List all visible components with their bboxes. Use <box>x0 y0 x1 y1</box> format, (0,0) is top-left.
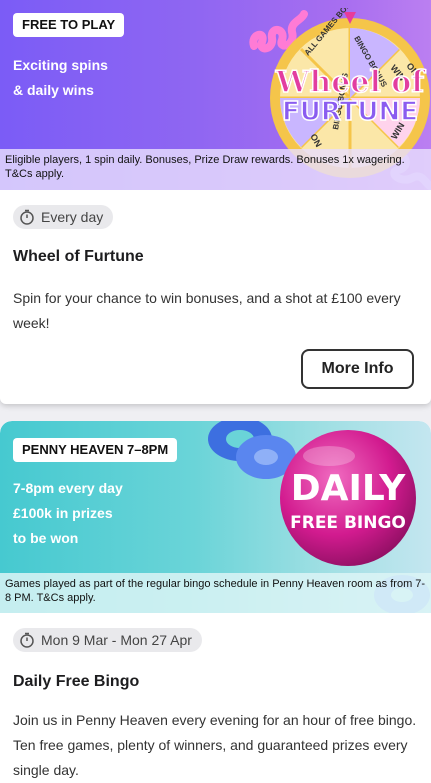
promo-title: Daily Free Bingo <box>13 673 140 690</box>
more-info-button[interactable]: More Info <box>301 349 414 389</box>
promo-banner-wheel[interactable]: ALL GAMES BONUS BINGO BONUS WIN ON BINGO… <box>0 0 431 190</box>
promo-headline-line: Exciting spins <box>13 57 108 73</box>
promo-card-bingo: DAILY FREE BINGO PENNY HEAVEN 7–8PM 7-8p… <box>0 421 431 783</box>
terms-text: Games played as part of the regular bing… <box>0 573 431 613</box>
stopwatch-icon <box>20 632 34 648</box>
wheel-artwork-title: Wheel of <box>275 65 427 100</box>
promo-tag: PENNY HEAVEN 7–8PM <box>13 438 178 462</box>
promo-headline: Exciting spins & daily wins <box>13 53 108 103</box>
promo-title: Wheel of Furtune <box>13 248 144 265</box>
schedule-label: Every day <box>41 209 104 225</box>
stopwatch-icon <box>20 209 34 225</box>
bingo-ball-artwork: DAILY FREE BINGO <box>280 430 416 566</box>
bingo-artwork-title: FREE BINGO <box>290 513 406 533</box>
wheel-artwork-title: FURTUNE <box>282 97 418 127</box>
promo-headline-line: 7-8pm every day <box>13 480 123 496</box>
promo-card-wheel: ALL GAMES BONUS BINGO BONUS WIN ON BINGO… <box>0 0 431 404</box>
promo-headline: 7-8pm every day £100k in prizes to be wo… <box>13 476 123 551</box>
schedule-chip: Every day <box>13 205 114 229</box>
terms-text: Eligible players, 1 spin daily. Bonuses,… <box>0 149 431 190</box>
schedule-label: Mon 9 Mar - Mon 27 Apr <box>41 632 192 648</box>
promo-headline-line: £100k in prizes <box>13 505 113 521</box>
promo-tag: FREE TO PLAY <box>13 13 125 37</box>
promo-description: Spin for your chance to win bonuses, and… <box>13 290 401 331</box>
schedule-chip: Mon 9 Mar - Mon 27 Apr <box>13 628 202 652</box>
promo-headline-line: to be won <box>13 530 79 546</box>
bingo-artwork-title: DAILY <box>291 468 406 509</box>
promo-banner-bingo[interactable]: DAILY FREE BINGO PENNY HEAVEN 7–8PM 7-8p… <box>0 421 431 613</box>
promo-description: Join us in Penny Heaven every evening fo… <box>13 712 417 778</box>
promo-headline-line: & daily wins <box>13 82 94 98</box>
